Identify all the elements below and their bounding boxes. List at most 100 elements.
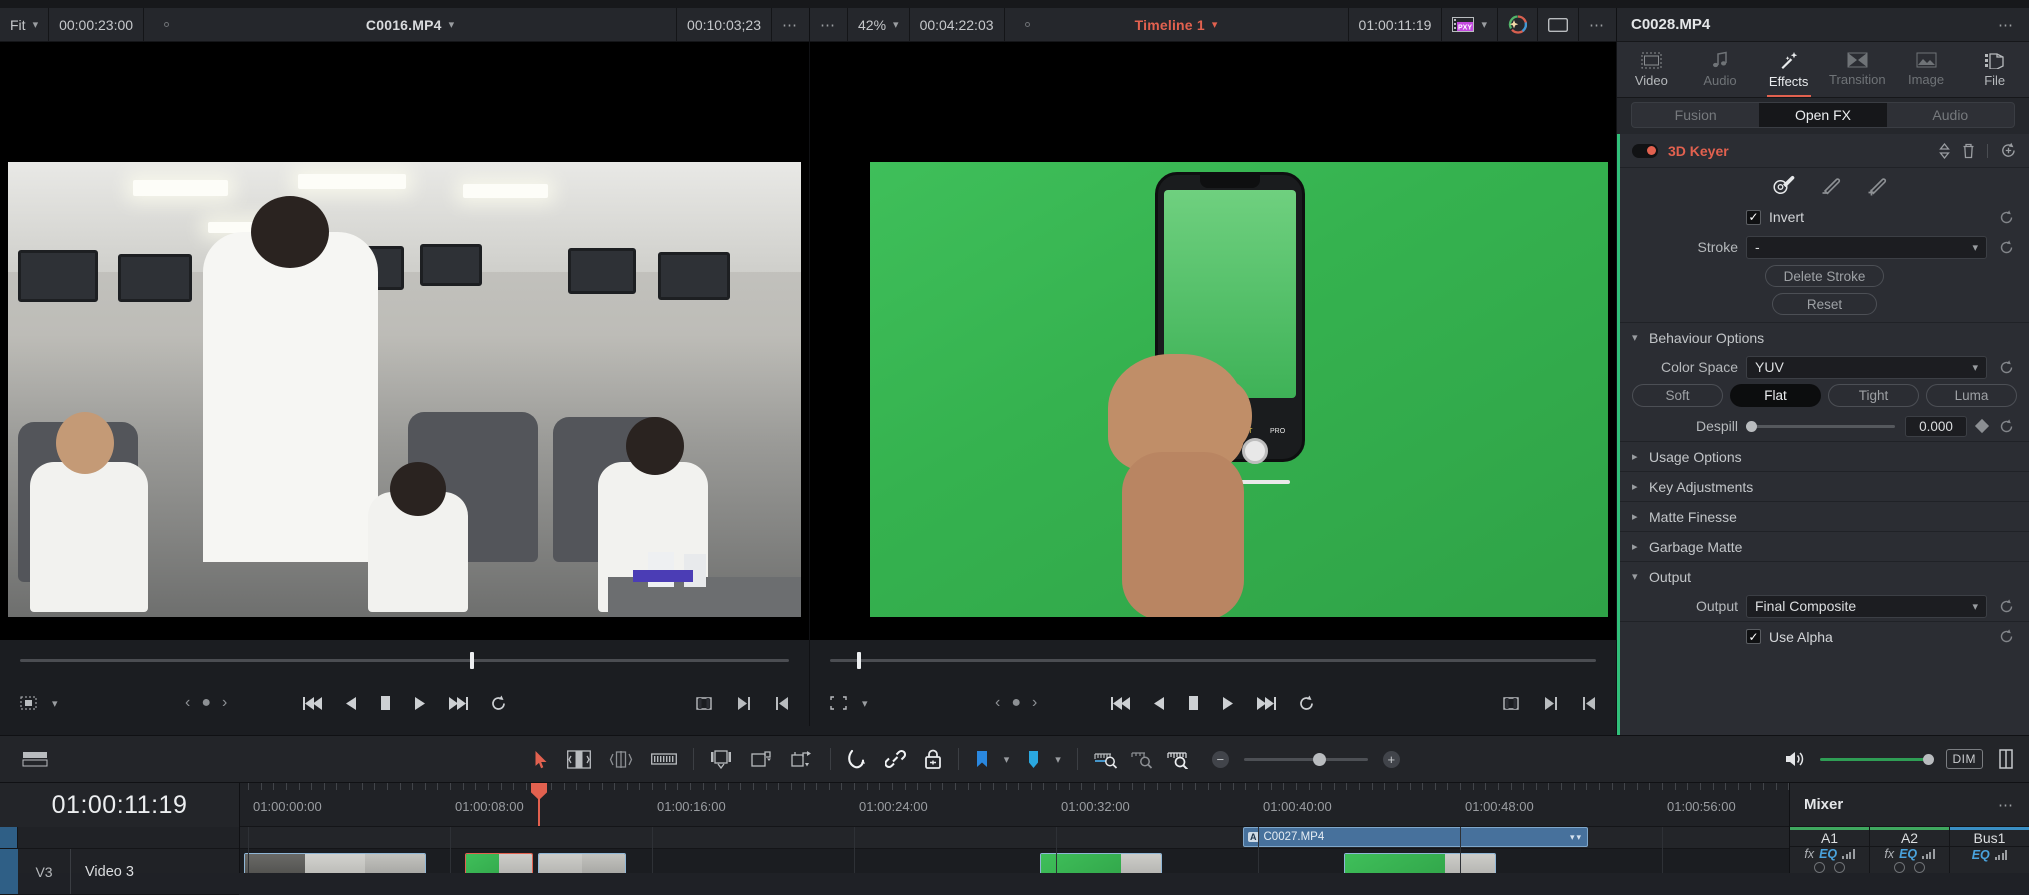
mark-out-icon[interactable]: › bbox=[222, 694, 227, 712]
mixer-a1-pan-knob[interactable] bbox=[1814, 862, 1825, 873]
overwrite-clip-icon[interactable] bbox=[750, 750, 772, 769]
effect-delete-icon[interactable] bbox=[1962, 143, 1975, 159]
mixer-a2-eq[interactable]: EQ bbox=[1899, 847, 1917, 861]
despill-keyframe-icon[interactable] bbox=[1975, 419, 1989, 433]
fit-to-window-icon[interactable] bbox=[1502, 696, 1520, 711]
more-options-icon[interactable]: ⋯ bbox=[1998, 16, 2015, 34]
go-to-out-icon[interactable] bbox=[1544, 696, 1558, 711]
zoom-custom-icon[interactable] bbox=[1166, 750, 1190, 769]
mark-out-icon[interactable]: › bbox=[1032, 694, 1037, 712]
timeline-selector[interactable]: Timeline 1 ▾ bbox=[1005, 8, 1349, 41]
color-space-reset-icon[interactable] bbox=[1995, 360, 2017, 375]
source-clip-selector[interactable]: C0016.MP4 ▾ bbox=[144, 8, 677, 41]
position-lock-icon[interactable] bbox=[924, 749, 942, 769]
skip-forward-icon[interactable] bbox=[1256, 696, 1276, 711]
despill-slider[interactable] bbox=[1746, 425, 1895, 428]
despill-reset-icon[interactable] bbox=[1995, 419, 2017, 434]
marker-icon[interactable] bbox=[1027, 750, 1040, 769]
tab-transition[interactable]: Transition bbox=[1823, 42, 1892, 97]
more-options-icon[interactable]: ⋯ bbox=[1998, 796, 2015, 814]
timeline-tracks[interactable]: A C0027.MP4 ▾▾ bbox=[240, 827, 1789, 873]
mixer-strip-bus1[interactable]: Bus1 EQ bbox=[1950, 827, 2029, 873]
timeline-audio-lane[interactable]: A C0027.MP4 ▾▾ bbox=[240, 827, 1789, 849]
play-reverse-icon[interactable] bbox=[345, 696, 357, 711]
replace-clip-icon[interactable] bbox=[790, 750, 814, 769]
fit-to-window-icon[interactable] bbox=[695, 696, 713, 711]
stop-icon[interactable] bbox=[379, 695, 392, 711]
output-reset-icon[interactable] bbox=[1995, 599, 2017, 614]
source-inout-controls[interactable]: ‹ ● › bbox=[185, 694, 227, 712]
mode-flat-button[interactable]: Flat bbox=[1730, 384, 1821, 407]
timeline-current-timecode[interactable]: 01:00:11:19 bbox=[0, 783, 240, 827]
track-name-v3[interactable]: Video 3 bbox=[70, 849, 239, 894]
tab-file[interactable]: File bbox=[1960, 42, 2029, 97]
section-usage-options[interactable]: ▸ Usage Options bbox=[1620, 441, 2029, 471]
loop-icon[interactable] bbox=[1298, 695, 1315, 712]
effect-add-keyframe-icon[interactable] bbox=[2000, 142, 2017, 159]
timeline-clip-1[interactable] bbox=[244, 853, 426, 873]
mixer-a2-level-knob[interactable] bbox=[1914, 862, 1925, 873]
timeline-inout-controls[interactable]: ‹ ● › bbox=[995, 694, 1037, 712]
source-scrub-playhead[interactable] bbox=[470, 652, 474, 669]
timeline-clip-3[interactable] bbox=[538, 853, 626, 873]
chevron-down-icon[interactable]: ▾ bbox=[1055, 753, 1061, 766]
track-header-v3[interactable]: V3 Video 3 bbox=[0, 849, 239, 895]
mixer-a1-level-knob[interactable] bbox=[1834, 862, 1845, 873]
timeline-scrub-track[interactable] bbox=[830, 659, 1596, 662]
effect-enable-toggle[interactable] bbox=[1632, 144, 1658, 158]
audio-clip-c0027[interactable]: A C0027.MP4 ▾▾ bbox=[1243, 827, 1588, 847]
insert-clip-icon[interactable] bbox=[710, 750, 732, 769]
chevron-down-icon[interactable]: ▾ bbox=[52, 697, 58, 710]
mode-tight-button[interactable]: Tight bbox=[1828, 384, 1919, 407]
picker-minus-icon[interactable] bbox=[1820, 174, 1842, 196]
mixer-a2-fx[interactable]: fx bbox=[1884, 847, 1894, 861]
timeline-scrub-playhead[interactable] bbox=[857, 652, 861, 669]
master-volume-slider[interactable] bbox=[1820, 758, 1932, 761]
color-picker-icon[interactable] bbox=[1772, 174, 1796, 196]
go-to-in-icon[interactable] bbox=[775, 696, 789, 711]
source-scrub-track[interactable] bbox=[20, 659, 789, 662]
source-timecode-left[interactable]: 00:00:23:00 bbox=[49, 8, 144, 41]
timeline-viewer-options-button[interactable]: ⋯ bbox=[810, 8, 848, 41]
timeline-playhead[interactable] bbox=[538, 783, 540, 826]
proxy-mode-button[interactable]: PXY ▾ bbox=[1442, 8, 1498, 41]
stroke-dropdown[interactable]: - ▾ bbox=[1746, 236, 1987, 259]
timeline-zoom-level[interactable]: 42% ▾ bbox=[848, 8, 910, 41]
delete-stroke-button[interactable]: Delete Stroke bbox=[1765, 265, 1885, 287]
selection-arrow-icon[interactable] bbox=[534, 750, 549, 769]
chevron-down-icon[interactable]: ▾ bbox=[1004, 753, 1010, 766]
color-space-dropdown[interactable]: YUV ▾ bbox=[1746, 356, 1987, 379]
zoom-out-button[interactable]: − bbox=[1212, 751, 1229, 768]
safe-area-button[interactable] bbox=[1538, 8, 1579, 41]
segment-fusion[interactable]: Fusion bbox=[1632, 103, 1759, 127]
effect-reorder-icon[interactable] bbox=[1939, 143, 1950, 159]
source-scrubber[interactable] bbox=[0, 640, 809, 680]
output-dropdown[interactable]: Final Composite ▾ bbox=[1746, 595, 1987, 618]
tab-image[interactable]: Image bbox=[1892, 42, 1961, 97]
invert-checkbox[interactable]: ✓ bbox=[1746, 210, 1761, 225]
skip-forward-icon[interactable] bbox=[448, 696, 468, 711]
segment-audio[interactable]: Audio bbox=[1887, 103, 2014, 127]
mixer-a1-eq[interactable]: EQ bbox=[1819, 847, 1837, 861]
speaker-icon[interactable] bbox=[1784, 750, 1806, 768]
trim-edit-icon[interactable] bbox=[567, 750, 591, 769]
section-matte-finesse[interactable]: ▸ Matte Finesse bbox=[1620, 501, 2029, 531]
dim-button[interactable]: DIM bbox=[1946, 749, 1984, 769]
go-to-in-icon[interactable] bbox=[1582, 696, 1596, 711]
section-key-adjustments[interactable]: ▸ Key Adjustments bbox=[1620, 471, 2029, 501]
play-icon[interactable] bbox=[1222, 696, 1234, 711]
invert-reset-icon[interactable] bbox=[1995, 210, 2017, 225]
mixer-a2-pan-knob[interactable] bbox=[1894, 862, 1905, 873]
play-icon[interactable] bbox=[414, 696, 426, 711]
source-zoom-mode[interactable]: Fit ▾ bbox=[0, 8, 49, 41]
mark-in-icon[interactable]: ‹ bbox=[185, 694, 190, 712]
despill-value[interactable]: 0.000 bbox=[1905, 416, 1967, 437]
timeline-viewer-more-button[interactable]: ⋯ bbox=[1579, 8, 1616, 41]
zoom-fit-icon[interactable] bbox=[1094, 750, 1118, 769]
source-options-button[interactable]: ⋯ bbox=[772, 8, 809, 41]
play-reverse-icon[interactable] bbox=[1153, 696, 1165, 711]
skip-back-icon[interactable] bbox=[1111, 696, 1131, 711]
skip-back-icon[interactable] bbox=[303, 696, 323, 711]
source-viewer-canvas[interactable] bbox=[0, 42, 809, 640]
section-garbage-matte[interactable]: ▸ Garbage Matte bbox=[1620, 531, 2029, 561]
